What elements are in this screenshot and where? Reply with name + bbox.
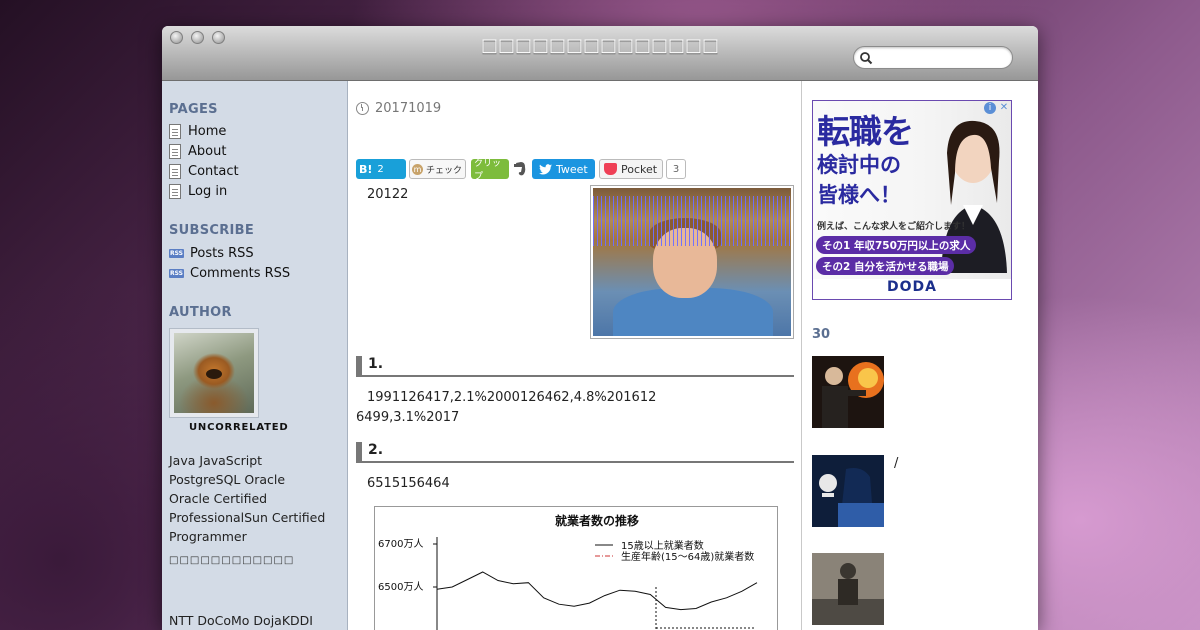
bio-line: Programmer — [169, 529, 247, 544]
mixi-check-button[interactable]: m チェック — [409, 159, 466, 179]
ad-headline: 検討中の — [817, 153, 901, 177]
page-link-login[interactable]: Log in — [169, 184, 227, 199]
page-link-label: About — [188, 144, 227, 159]
pages-heading: PAGES — [169, 102, 218, 117]
section1-text: 6499,3.1%2017 — [356, 410, 460, 425]
clip-button[interactable]: クリップ — [471, 159, 509, 182]
page-icon — [169, 124, 181, 139]
twitter-bird-icon — [539, 163, 552, 174]
post-thumbnail-hacker[interactable] — [812, 455, 884, 527]
page-link-contact[interactable]: Contact — [169, 164, 239, 179]
chart-svg: 就業者数の推移 6700万人 6500万人 15歳以上就業者数 生産年齢(15〜… — [378, 513, 758, 630]
section1-text: 1991126417,2.1%2000126462,4.8%201612 — [367, 390, 657, 405]
sound-waves-graphic — [593, 196, 791, 246]
tweet-label: Tweet — [556, 162, 588, 176]
author-name: UNCORRELATED — [189, 422, 289, 433]
page-icon — [169, 164, 181, 179]
post-intro: 20122 — [367, 187, 409, 202]
author-bio: Java JavaScript PostgreSQL Oracle Oracle… — [169, 451, 341, 546]
pocket-button[interactable]: Pocket — [599, 159, 663, 179]
employment-chart: 就業者数の推移 6700万人 6500万人 15歳以上就業者数 生産年齢(15〜… — [374, 506, 778, 630]
rss-icon: RSS — [169, 249, 184, 258]
series-line-total — [436, 571, 758, 611]
y-tick-label: 6700万人 — [378, 538, 423, 550]
rss-link-label: Posts RSS — [190, 246, 254, 261]
hatena-count: 2 — [377, 163, 384, 175]
search-icon — [860, 52, 873, 65]
child-covering-ears-photo — [593, 188, 791, 336]
clip-label: クリップ — [474, 159, 502, 182]
post-content: 20171019 B! 2 m チェック クリップ Tweet Pocket 3… — [348, 81, 802, 630]
bio-line: NTT DoCoMo DojaKDDI — [169, 613, 313, 628]
comments-rss-link[interactable]: RSS Comments RSS — [169, 266, 290, 281]
legend-label-total: 15歳以上就業者数 — [621, 539, 704, 552]
hatena-bookmark-button[interactable]: B! 2 — [356, 159, 406, 179]
bio-garbled-text: □□□□□□□□□□□□ — [169, 555, 295, 566]
evernote-button[interactable] — [513, 159, 529, 179]
pocket-label: Pocket — [621, 162, 658, 176]
page-icon — [169, 144, 181, 159]
rss-link-label: Comments RSS — [190, 266, 291, 281]
hatena-label: B! — [359, 162, 373, 176]
bio-line: ProfessionalSun Certified — [169, 510, 326, 525]
chart-title: 就業者数の推移 — [555, 513, 639, 528]
section-heading-2: 2. — [356, 442, 794, 463]
post-thumbnail-vintage[interactable] — [812, 553, 884, 625]
y-tick-label: 6500万人 — [378, 581, 423, 593]
post-thumbnail-caption: / — [894, 456, 899, 471]
ad-headline: 皆様へ！ — [817, 183, 901, 207]
ad-offer-1: その1 年収750万円以上の求人 — [816, 236, 977, 254]
clock-icon — [356, 102, 369, 115]
ad-headline: 転職を — [817, 112, 914, 151]
mixi-label: チェック — [426, 165, 463, 176]
left-sidebar: PAGES Home About Contact Log in SUBSCRIB… — [162, 81, 348, 630]
posts-rss-link[interactable]: RSS Posts RSS — [169, 246, 254, 261]
popular-posts-heading: 30 — [812, 327, 831, 342]
right-sidebar: i ✕ 転職を 検討中の 皆様へ！ 例えば、こんな求人をご紹介します！ その1 … — [802, 81, 1038, 630]
page-link-label: Contact — [188, 164, 239, 179]
evernote-icon — [514, 162, 526, 176]
section-heading-1: 1. — [356, 356, 794, 377]
post-thumbnail-explosion[interactable] — [812, 356, 884, 428]
bio-line: Java JavaScript — [169, 453, 263, 468]
post-image — [590, 185, 794, 339]
subscribe-heading: SUBSCRIBE — [169, 223, 255, 238]
author-avatar-frame — [169, 328, 259, 418]
ad-offer-2: その2 自分を活かせる職場 — [816, 257, 955, 275]
author-avatar[interactable] — [174, 333, 254, 413]
bio-line: Oracle Certified — [169, 491, 268, 506]
tweet-button[interactable]: Tweet — [532, 159, 595, 179]
post-date: 20171019 — [356, 101, 441, 116]
page-icon — [169, 184, 181, 199]
page-link-about[interactable]: About — [169, 144, 226, 159]
rss-icon: RSS — [169, 269, 184, 278]
browser-window: □□□□□□□□□□□□□□ PAGES Home About Contact … — [162, 26, 1038, 630]
title-bar: □□□□□□□□□□□□□□ — [162, 26, 1038, 81]
page-link-home[interactable]: Home — [169, 124, 226, 139]
page-link-label: Log in — [188, 184, 228, 199]
section2-text: 6515156464 — [367, 476, 450, 491]
ad-subheadline: 例えば、こんな求人をご紹介します！ — [817, 222, 971, 232]
mixi-icon: m — [412, 163, 423, 175]
search-box[interactable] — [853, 46, 1013, 69]
legend-label-working-age: 生産年齢(15〜64歳)就業者数 — [621, 550, 754, 563]
post-date-text: 20171019 — [375, 101, 442, 116]
ad-brand-logo: DODA — [813, 279, 1011, 299]
pocket-icon — [604, 163, 617, 175]
advertisement-banner[interactable]: i ✕ 転職を 検討中の 皆様へ！ 例えば、こんな求人をご紹介します！ その1 … — [812, 100, 1012, 300]
page-link-label: Home — [188, 124, 227, 139]
search-input[interactable] — [876, 50, 1006, 66]
bio-line: PostgreSQL Oracle — [169, 472, 286, 487]
author-heading: AUTHOR — [169, 305, 232, 320]
pocket-count: 3 — [666, 159, 686, 179]
